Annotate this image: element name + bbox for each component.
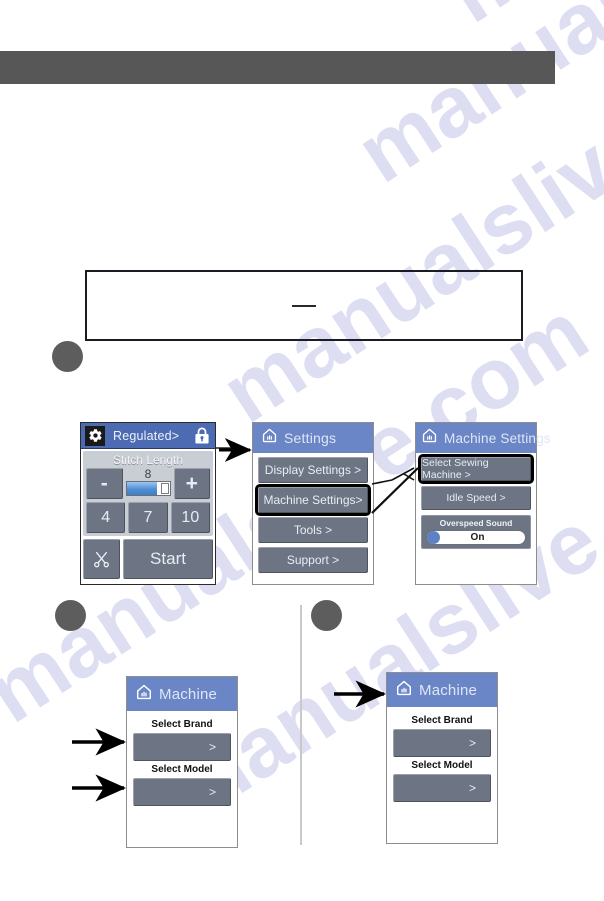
scissors-icon[interactable] bbox=[83, 539, 120, 579]
step-bullet-1 bbox=[52, 341, 83, 372]
select-brand-button[interactable]: > bbox=[133, 733, 231, 761]
machine-right-body: Select Brand > Select Model > bbox=[387, 707, 497, 807]
settings-title: Settings bbox=[284, 430, 337, 446]
select-model-label: Select Model bbox=[151, 764, 213, 775]
select-brand-label: Select Brand bbox=[151, 719, 213, 730]
select-brand-label: Select Brand bbox=[411, 715, 473, 726]
toggle-state: On bbox=[470, 532, 485, 543]
stitch-preset-button[interactable]: 4 bbox=[86, 502, 126, 533]
stitch-length-slider[interactable] bbox=[125, 481, 171, 496]
machine-right-title: Machine bbox=[419, 681, 478, 699]
connector-machine-settings-to-screen bbox=[371, 467, 419, 514]
connector-display-settings-2 bbox=[391, 467, 415, 481]
stitch-length-value: 8 bbox=[144, 467, 152, 481]
watermark-text: manualslive.com bbox=[430, 0, 604, 43]
menu-item-machine-settings[interactable]: Machine Settings> bbox=[255, 484, 371, 516]
screen-machine-settings: Machine Settings Select Sewing Machine >… bbox=[415, 422, 551, 585]
select-model-button[interactable]: > bbox=[133, 778, 231, 806]
machine-left-title: Machine bbox=[159, 685, 218, 703]
overspeed-sound-toggle[interactable]: On bbox=[426, 530, 526, 545]
menu-item-select-sewing-machine[interactable]: Select Sewing Machine > bbox=[418, 454, 534, 484]
note-box-dash bbox=[292, 304, 316, 307]
stitch-preset-button[interactable]: 10 bbox=[170, 502, 210, 533]
machine-left-body: Select Brand > Select Model > bbox=[127, 711, 237, 811]
connector-display-settings bbox=[371, 479, 393, 485]
settings-header: Settings bbox=[253, 423, 373, 453]
step-bullet-2 bbox=[55, 600, 86, 631]
stitch-length-panel: Stitch Length - 8 + 4 7 10 bbox=[83, 451, 213, 536]
screen-machine-right: Machine Select Brand > Select Model > bbox=[386, 672, 498, 844]
start-button[interactable]: Start bbox=[123, 539, 213, 579]
menu-item-display-settings[interactable]: Display Settings > bbox=[258, 457, 368, 483]
regulated-action-row: Start bbox=[83, 539, 213, 579]
machine-settings-header: Machine Settings bbox=[416, 423, 551, 453]
overspeed-sound-card: Overspeed Sound On bbox=[421, 515, 531, 549]
stitch-increase-button[interactable]: + bbox=[173, 468, 210, 499]
machine-settings-title: Machine Settings bbox=[444, 430, 551, 446]
machine-right-header: Machine bbox=[387, 673, 497, 707]
overspeed-sound-label: Overspeed Sound bbox=[439, 518, 513, 528]
home-icon[interactable] bbox=[421, 427, 438, 449]
stitch-preset-button[interactable]: 7 bbox=[128, 502, 168, 533]
stitch-decrease-button[interactable]: - bbox=[86, 468, 123, 499]
lock-icon[interactable] bbox=[193, 426, 211, 445]
menu-item-tools[interactable]: Tools > bbox=[258, 517, 368, 543]
regulated-title: Regulated> bbox=[113, 428, 180, 443]
menu-item-support[interactable]: Support > bbox=[258, 547, 368, 573]
note-box bbox=[85, 270, 523, 341]
connector-select-sewing-machine bbox=[403, 473, 415, 481]
screen-machine-left: Machine Select Brand > Select Model > bbox=[126, 676, 238, 848]
stitch-slider-group: 8 bbox=[125, 467, 171, 496]
settings-menu: Display Settings > Machine Settings> Too… bbox=[253, 453, 373, 581]
slider-fill bbox=[126, 482, 158, 495]
select-model-button[interactable]: > bbox=[393, 774, 491, 802]
select-brand-button[interactable]: > bbox=[393, 729, 491, 757]
gear-icon[interactable] bbox=[85, 425, 105, 446]
home-icon[interactable] bbox=[395, 679, 413, 702]
step-bullet-3 bbox=[311, 600, 342, 631]
watermark-text: manualslive.com bbox=[340, 0, 604, 203]
stitch-length-label: Stitch Length bbox=[112, 453, 184, 467]
machine-settings-menu: Select Sewing Machine > Idle Speed > Ove… bbox=[416, 453, 536, 553]
home-icon[interactable] bbox=[135, 683, 153, 706]
machine-left-header: Machine bbox=[127, 677, 237, 711]
menu-item-idle-speed[interactable]: Idle Speed > bbox=[421, 486, 531, 510]
select-model-label: Select Model bbox=[411, 760, 473, 771]
screen-regulated: Regulated> Stitch Length - 8 + 4 7 10 St… bbox=[80, 422, 216, 585]
stitch-preset-row: 4 7 10 bbox=[86, 502, 210, 533]
toggle-knob bbox=[427, 531, 440, 544]
page-header-band bbox=[0, 51, 555, 84]
home-icon[interactable] bbox=[261, 427, 278, 449]
vertical-divider bbox=[300, 605, 302, 845]
regulated-header: Regulated> bbox=[81, 423, 215, 449]
slider-knob[interactable] bbox=[160, 483, 169, 494]
screen-settings: Settings Display Settings > Machine Sett… bbox=[252, 422, 374, 585]
